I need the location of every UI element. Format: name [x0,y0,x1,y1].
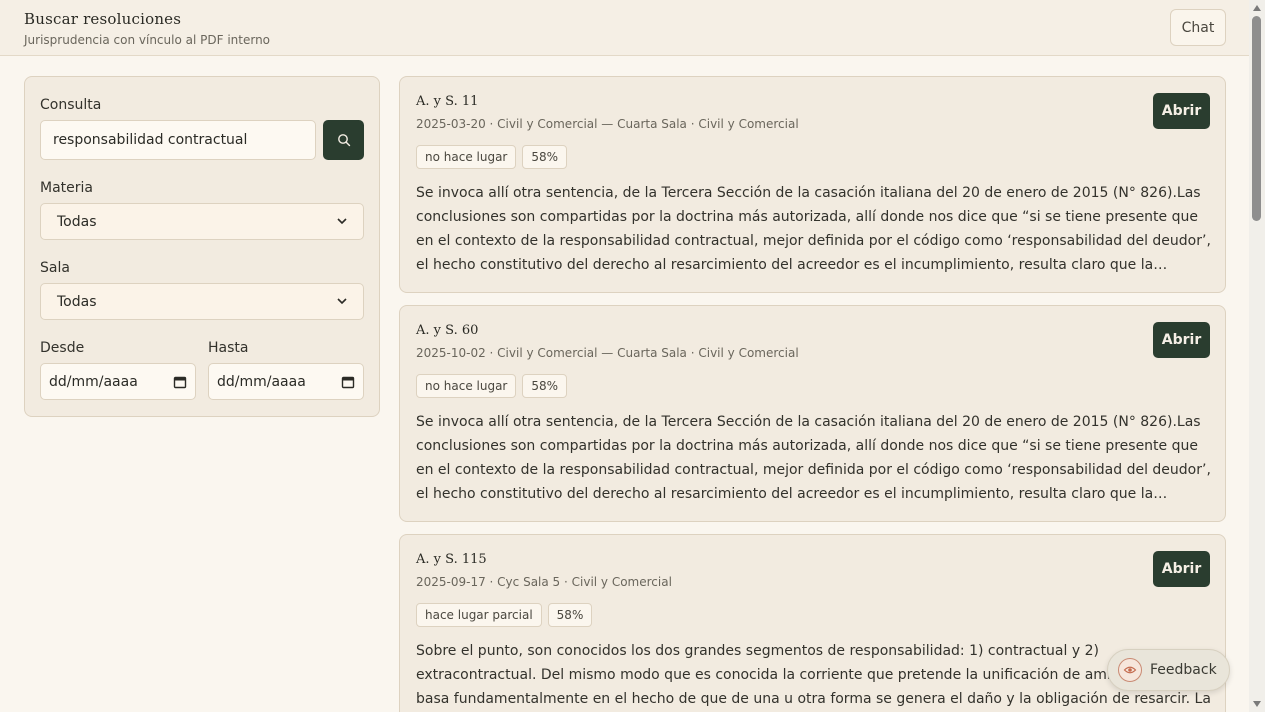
to-label: Hasta [208,340,249,356]
from-label: Desde [40,340,85,356]
result-card: A. y S. 115 2025-09-17 · Cyc Sala 5 · Ci… [399,534,1226,712]
result-title: A. y S. 11 [416,94,479,109]
result-meta: 2025-03-20 · Civil y Comercial — Cuarta … [416,117,799,131]
chamber-label: Sala [40,260,70,276]
feedback-label: Feedback [1150,662,1217,678]
open-button[interactable]: Abrir [1153,93,1210,129]
from-date-value: dd/mm/aaaa [49,373,138,390]
query-label: Consulta [40,97,102,113]
to-date-value: dd/mm/aaaa [217,373,306,390]
scroll-down-arrow[interactable] [1253,701,1261,707]
result-card: A. y S. 60 2025-10-02 · Civil y Comercia… [399,305,1226,522]
score-badge: 58% [547,603,593,627]
feedback-button[interactable]: Feedback [1107,649,1230,691]
score-badge: 58% [522,145,568,169]
chat-button[interactable]: Chat [1170,9,1226,46]
result-meta: 2025-10-02 · Civil y Comercial — Cuarta … [416,346,799,360]
open-button[interactable]: Abrir [1153,322,1210,358]
page-title: Buscar resoluciones [24,10,182,28]
subject-select[interactable]: Todas [40,203,364,240]
result-card: A. y S. 11 2025-03-20 · Civil y Comercia… [399,76,1226,293]
result-tags: no hace lugar 58% [416,374,568,398]
score-badge: 58% [522,374,568,398]
chamber-select[interactable]: Todas [40,283,364,320]
from-date-input[interactable]: dd/mm/aaaa [40,363,196,400]
result-tags: hace lugar parcial 58% [416,603,593,627]
open-button[interactable]: Abrir [1153,551,1210,587]
search-input[interactable]: responsabilidad contractual [40,120,316,160]
subject-label: Materia [40,180,93,196]
ruling-badge: no hace lugar [416,374,517,398]
top-bar: Buscar resoluciones Jurisprudencia con v… [0,0,1249,56]
result-tags: no hace lugar 58% [416,145,568,169]
result-snippet: Sobre el punto, son conocidos los dos gr… [416,643,1211,707]
chamber-select-value: Todas [57,293,97,310]
search-input-value: responsabilidad contractual [53,132,248,148]
page-scrollbar[interactable] [1249,0,1265,712]
ruling-badge: hace lugar parcial [416,603,542,627]
filters-panel: Consulta responsabilidad contractual Mat… [24,76,380,417]
result-title: A. y S. 115 [416,552,487,567]
page: Buscar resoluciones Jurisprudencia con v… [0,0,1249,712]
search-icon [337,134,350,147]
scroll-up-arrow[interactable] [1253,5,1261,11]
result-snippet: Se invoca allí otra sentencia, de la Ter… [416,414,1211,502]
result-title: A. y S. 60 [416,323,479,338]
calendar-icon[interactable] [173,375,187,389]
search-button[interactable] [323,120,364,160]
ruling-badge: no hace lugar [416,145,517,169]
chevron-down-icon [337,298,347,305]
result-snippet: Se invoca allí otra sentencia, de la Ter… [416,185,1211,273]
chevron-down-icon [337,218,347,225]
scrollbar-thumb[interactable] [1252,16,1261,221]
to-date-input[interactable]: dd/mm/aaaa [208,363,364,400]
result-meta: 2025-09-17 · Cyc Sala 5 · Civil y Comerc… [416,575,672,589]
calendar-icon[interactable] [341,375,355,389]
eye-icon [1118,658,1142,682]
page-subtitle: Jurisprudencia con vínculo al PDF intern… [24,33,271,47]
subject-select-value: Todas [57,213,97,230]
